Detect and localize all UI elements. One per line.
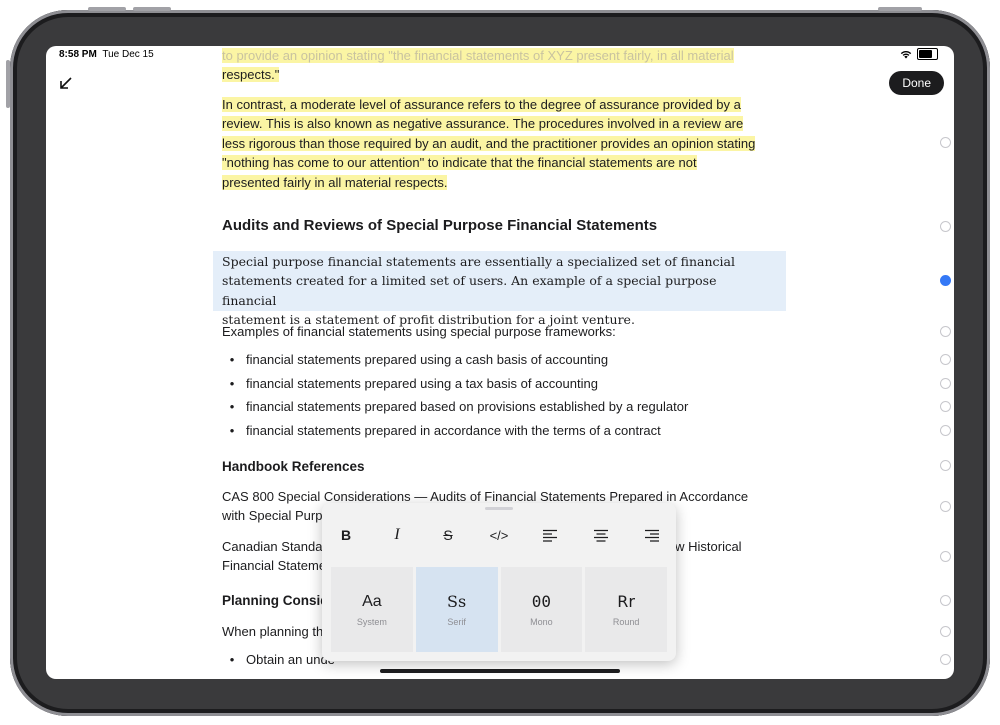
- align-right-icon: [645, 529, 659, 542]
- block-select-radio[interactable]: [940, 221, 951, 232]
- font-name: System: [356, 616, 387, 627]
- align-left-button[interactable]: [536, 521, 564, 549]
- block-select-radio[interactable]: [940, 626, 951, 637]
- bullet: •: [229, 652, 235, 667]
- code-icon: </>: [489, 527, 509, 543]
- list-item[interactable]: • financial statements prepared based on…: [222, 397, 762, 417]
- font-name: Serif: [447, 617, 466, 627]
- examples-intro[interactable]: Examples of financial statements using s…: [222, 322, 762, 341]
- paragraph-line: iew Historical: [665, 539, 742, 554]
- code-button[interactable]: </>: [485, 521, 513, 549]
- block-select-radio[interactable]: [940, 137, 951, 148]
- align-right-button[interactable]: [638, 521, 666, 549]
- format-toolbar: B I S </>: [332, 521, 666, 549]
- list-item[interactable]: • financial statements prepared using a …: [222, 374, 762, 394]
- done-button[interactable]: Done: [889, 71, 944, 95]
- italic-label: I: [394, 526, 400, 543]
- font-sample: Ss: [447, 592, 467, 611]
- font-sample: Rr: [617, 592, 635, 611]
- block-select-radio[interactable]: [940, 401, 951, 412]
- block-select-radio[interactable]: [940, 460, 951, 471]
- list-item[interactable]: • financial statements prepared in accor…: [222, 421, 762, 441]
- paragraph-line: In contrast, a moderate level of assuran…: [222, 97, 741, 112]
- bold-button[interactable]: B: [332, 521, 360, 549]
- font-name: Round: [612, 617, 640, 627]
- home-indicator[interactable]: [380, 669, 620, 673]
- paragraph-line: to provide an opinion stating "the finan…: [222, 48, 734, 63]
- paragraph-line: review. This is also known as negative a…: [222, 116, 744, 132]
- arrow-down-left-icon[interactable]: [57, 74, 75, 92]
- side-button: [6, 60, 10, 108]
- paragraph-line: CAS 800 Special Considerations — Audits …: [222, 489, 749, 504]
- align-center-icon: [594, 529, 608, 542]
- format-popover: B I S </> Aa System Ss Serif 00 Mono Rr …: [322, 503, 676, 661]
- font-option-system[interactable]: Aa System: [331, 567, 413, 652]
- bullet: •: [229, 352, 235, 367]
- font-sample: 00: [531, 592, 551, 611]
- strikethrough-button[interactable]: S: [434, 521, 462, 549]
- popover-grabber[interactable]: [485, 507, 513, 510]
- align-center-button[interactable]: [587, 521, 615, 549]
- paragraph-line: "nothing has come to our attention" to i…: [222, 155, 697, 171]
- paragraph-line: with Special Purpo: [222, 508, 330, 524]
- font-option-serif[interactable]: Ss Serif: [415, 567, 498, 652]
- paragraph-line: respects.": [222, 67, 280, 83]
- paragraph-line: less rigorous than those required by an …: [222, 135, 756, 151]
- paragraph-line: Canadian Standar: [222, 539, 327, 554]
- block-select-radio[interactable]: [940, 354, 951, 365]
- block-select-radio[interactable]: [940, 595, 951, 606]
- selected-paragraph[interactable]: Special purpose financial statements are…: [222, 252, 767, 330]
- bullet: •: [229, 423, 235, 438]
- italic-button[interactable]: I: [383, 521, 411, 549]
- block-select-radio[interactable]: [940, 501, 951, 512]
- paragraph-line: presented fairly in all material respect…: [222, 174, 448, 190]
- status-time: 8:58 PM Tue Dec 15: [59, 49, 154, 60]
- heading-handbook-references[interactable]: Handbook References: [222, 457, 762, 476]
- paragraph-line: Special purpose financial statements are…: [222, 254, 735, 269]
- block-select-radio[interactable]: [940, 378, 951, 389]
- wifi-icon: [900, 50, 912, 58]
- partial-highlight-paragraph[interactable]: to provide an opinion stating "the finan…: [222, 46, 762, 85]
- block-select-radio[interactable]: [940, 551, 951, 562]
- strikethrough-label: S: [443, 527, 453, 543]
- paragraph-line: Financial Stateme: [222, 558, 327, 574]
- battery-icon: [917, 48, 938, 60]
- list-item-text: financial statements prepared in accorda…: [246, 423, 661, 438]
- list-item-text: financial statements prepared based on p…: [246, 399, 689, 414]
- font-picker: Aa System Ss Serif 00 Mono Rr Round: [331, 567, 667, 652]
- list-item[interactable]: • financial statements prepared using a …: [222, 350, 762, 370]
- block-select-radio[interactable]: [940, 654, 951, 665]
- highlighted-paragraph[interactable]: In contrast, a moderate level of assuran…: [222, 95, 762, 192]
- font-option-round[interactable]: Rr Round: [585, 567, 667, 652]
- list-item-text: financial statements prepared using a ta…: [246, 376, 598, 391]
- font-sample: Aa: [362, 592, 382, 610]
- bullet: •: [229, 376, 235, 391]
- block-select-radio[interactable]: [940, 326, 951, 337]
- list-item-text: financial statements prepared using a ca…: [246, 352, 609, 367]
- heading-special-purpose[interactable]: Audits and Reviews of Special Purpose Fi…: [222, 216, 762, 235]
- bold-label: B: [340, 527, 352, 543]
- block-select-radio[interactable]: [940, 425, 951, 436]
- power-button: [878, 7, 922, 11]
- font-option-mono[interactable]: 00 Mono: [500, 567, 583, 652]
- volume-button-top: [88, 7, 126, 11]
- bullet: •: [229, 399, 235, 414]
- block-select-radio[interactable]: [940, 275, 951, 286]
- volume-button-top-2: [133, 7, 171, 11]
- status-icons: [900, 48, 938, 60]
- screen: 8:58 PM Tue Dec 15 Done to provide an op…: [46, 46, 954, 679]
- paragraph-line: statements created for a limited set of …: [222, 273, 717, 308]
- align-left-icon: [543, 529, 557, 542]
- font-name: Mono: [530, 617, 553, 627]
